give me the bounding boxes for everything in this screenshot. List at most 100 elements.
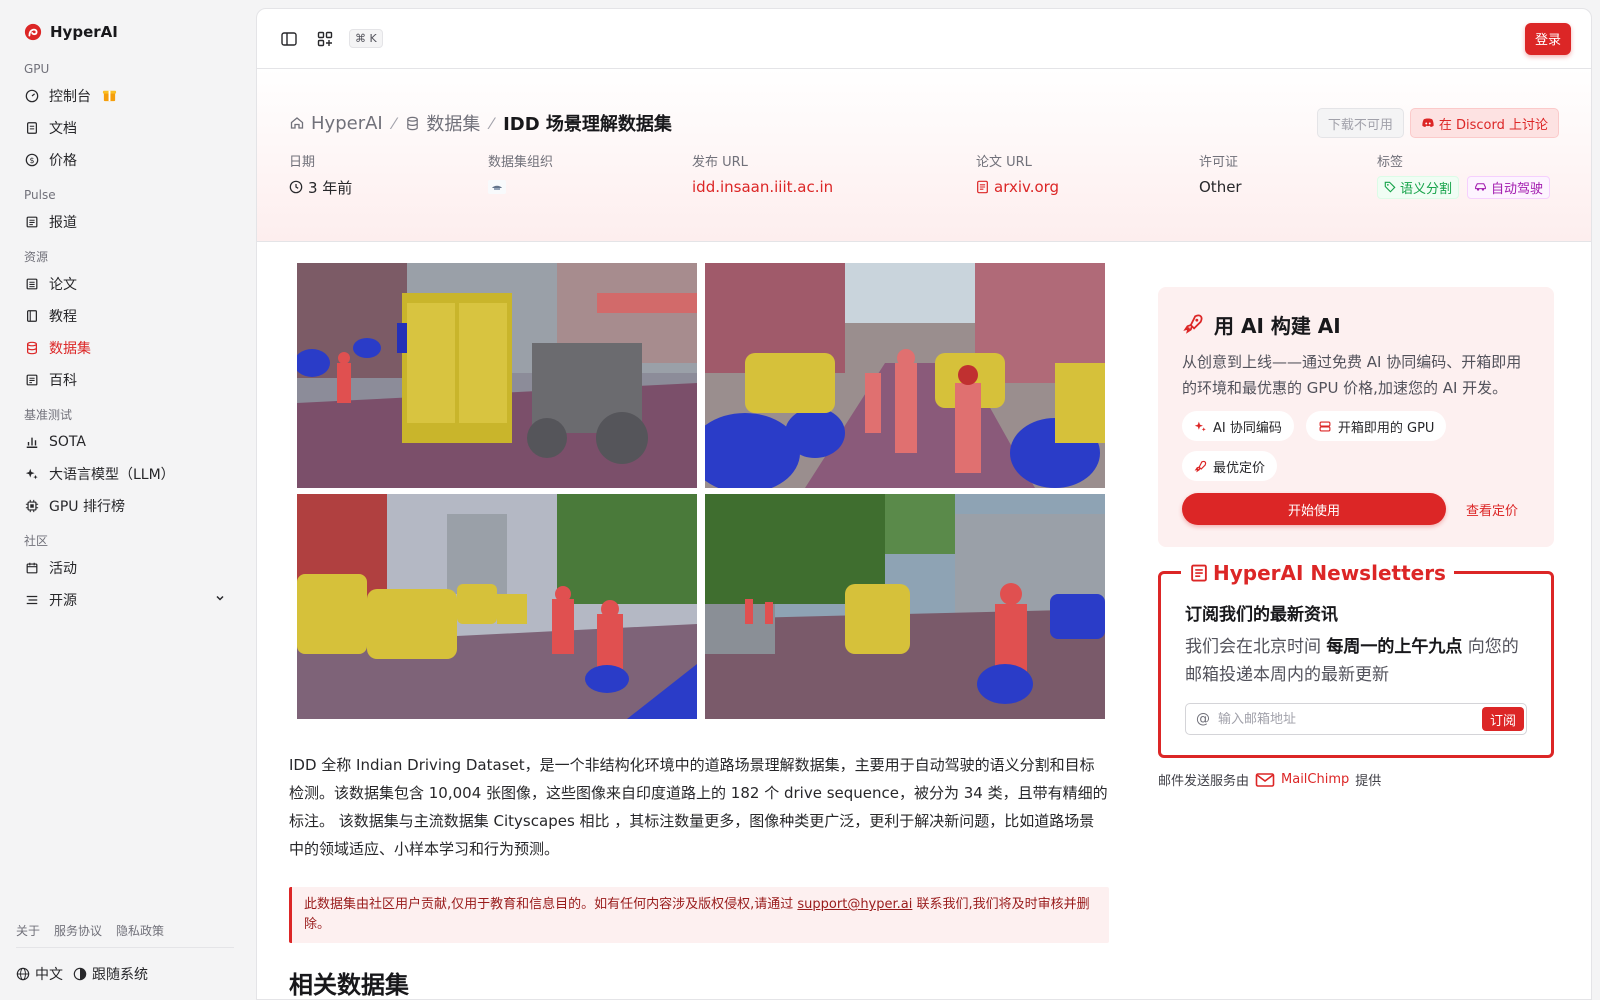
search-shortcut[interactable]: ⌘ K <box>349 29 383 48</box>
terms-link[interactable]: 服务协议 <box>54 922 102 939</box>
breadcrumb-datasets-label: 数据集 <box>426 114 481 135</box>
discord-label: 在 Discord 上讨论 <box>1438 117 1548 133</box>
tag-label: 自动驾驶 <box>1491 181 1544 197</box>
meta-tags: 标签 语义分割 自动驾驶 <box>1377 151 1551 199</box>
about-link[interactable]: 关于 <box>16 922 40 939</box>
sidebar-item-news[interactable]: 报道 <box>16 206 234 238</box>
view-pricing-link[interactable]: 查看定价 <box>1466 500 1518 519</box>
breadcrumb-datasets[interactable]: 数据集 <box>405 110 480 136</box>
calendar-icon <box>24 560 40 576</box>
sidebar-item-llm[interactable]: 大语言模型（LLM） <box>16 458 234 490</box>
section-title-pulse: Pulse <box>24 188 56 202</box>
sidebar-item-papers[interactable]: 论文 <box>16 268 234 300</box>
language-label: 中文 <box>35 967 63 983</box>
sidebar-item-wiki[interactable]: 百科 <box>16 364 234 396</box>
meta-url: 发布 URL idd.insaan.iiit.ac.in <box>692 151 976 199</box>
breadcrumb-separator: ⁄ <box>392 113 396 133</box>
sidebar-item-label: GPU 排行榜 <box>49 499 125 515</box>
main-panel: ⌘ K 登录 HyperAI ⁄ 数据集 ⁄ IDD 场景理解数据集 下载不可用… <box>256 8 1592 1000</box>
feature-gpu: 开箱即用的 GPU <box>1305 411 1447 441</box>
page-title: IDD 场景理解数据集 <box>503 114 672 135</box>
feature-label: 最优定价 <box>1213 460 1266 476</box>
promo-card: 用 AI 构建 AI 从创意到上线——通过免费 AI 协同编码、开箱即用的环境和… <box>1158 287 1554 547</box>
language-switcher[interactable]: 中文 <box>16 964 63 984</box>
copyright-notice: 此数据集由社区用户贡献,仅用于教育和信息目的。如有任何内容涉及版权侵权,请通过 … <box>289 887 1109 943</box>
sidebar-item-opensource[interactable]: 开源 <box>16 584 234 616</box>
meta-date-label: 日期 <box>289 155 316 170</box>
newsletter-text-bold: 每周一的上午九点 <box>1326 637 1463 657</box>
meta-tags-label: 标签 <box>1377 155 1404 170</box>
discord-button[interactable]: 在 Discord 上讨论 <box>1409 108 1559 138</box>
section-title-resources: 资源 <box>24 250 49 264</box>
encyclopedia-icon <box>24 372 40 388</box>
breadcrumb-home[interactable]: HyperAI <box>289 113 383 134</box>
feature-ai-coding: AI 协同编码 <box>1182 411 1294 441</box>
sidebar-item-tutorials[interactable]: 教程 <box>16 300 234 332</box>
meta-date: 日期 3 年前 <box>289 151 488 199</box>
feature-label: AI 协同编码 <box>1213 420 1282 436</box>
apps-grid-icon[interactable] <box>313 27 337 51</box>
organization-logo-icon[interactable] <box>488 180 506 194</box>
tag-semantic-segmentation[interactable]: 语义分割 <box>1377 175 1460 199</box>
mail-note-suffix: 提供 <box>1355 774 1382 789</box>
sidebar-toggle-icon[interactable] <box>277 27 301 51</box>
hyperai-logo-icon <box>24 23 42 41</box>
sidebar-item-pricing[interactable]: $ 价格 <box>16 144 234 176</box>
sample-image <box>297 263 697 488</box>
list-icon <box>24 592 40 608</box>
chip-icon <box>24 498 40 514</box>
meta-paper-link-row[interactable]: arxiv.org <box>976 175 1199 199</box>
tag-icon <box>1384 181 1396 193</box>
sidebar-item-docs[interactable]: 文档 <box>16 112 234 144</box>
sidebar: HyperAI GPU 控制台 文档 $ 价格 Pulse 报道 资源 论文 教… <box>0 0 250 1000</box>
breadcrumb-separator: ⁄ <box>490 113 494 133</box>
gift-icon <box>102 87 117 106</box>
sidebar-item-label: 文档 <box>49 121 77 137</box>
sidebar-item-label: 开源 <box>49 593 77 609</box>
mailchimp-link[interactable]: MailChimp <box>1281 772 1349 787</box>
dashboard-icon <box>24 88 40 104</box>
sidebar-item-console[interactable]: 控制台 <box>16 80 234 112</box>
mail-note-prefix: 邮件发送服务由 <box>1158 774 1250 789</box>
rocket-icon <box>1183 314 1203 334</box>
meta-license-label: 许可证 <box>1199 155 1239 170</box>
breadcrumb: HyperAI ⁄ 数据集 ⁄ IDD 场景理解数据集 下载不可用 在 Disc… <box>289 107 1559 139</box>
newsletter-box: HyperAI Newsletters 订阅我们的最新资讯 我们会在北京时间 每… <box>1158 560 1554 758</box>
subscribe-button[interactable]: 订阅 <box>1481 707 1524 731</box>
login-button[interactable]: 登录 <box>1524 22 1571 55</box>
sidebar-item-sota[interactable]: SOTA <box>16 426 234 458</box>
meta-paper-link: arxiv.org <box>994 178 1060 196</box>
chevron-down-icon[interactable] <box>214 592 226 608</box>
support-email-link[interactable]: support@hyper.ai <box>797 897 912 912</box>
tag-label: 语义分割 <box>1400 181 1453 197</box>
brand-name: HyperAI <box>50 23 118 41</box>
get-started-button[interactable]: 开始使用 <box>1182 493 1446 525</box>
sidebar-item-gpu-leaderboard[interactable]: GPU 排行榜 <box>16 490 234 522</box>
book-icon <box>24 308 40 324</box>
download-button[interactable]: 下载不可用 <box>1316 108 1404 138</box>
meta-org-value-row <box>488 175 692 199</box>
newsletter-title: HyperAI Newsletters <box>1213 561 1446 585</box>
dollar-icon: $ <box>24 152 40 168</box>
sidebar-item-events[interactable]: 活动 <box>16 552 234 584</box>
sidebar-item-label: 报道 <box>49 215 77 231</box>
sidebar-item-label: SOTA <box>49 434 86 450</box>
email-input[interactable] <box>1210 711 1482 727</box>
mail-icon <box>1255 772 1275 787</box>
dataset-content: IDD 全称 Indian Driving Dataset，是一个非结构化环境中… <box>289 263 1109 999</box>
privacy-link[interactable]: 隐私政策 <box>116 922 164 939</box>
meta-url-label: 发布 URL <box>692 155 748 170</box>
sidebar-footer: 关于 服务协议 隐私政策 中文 跟随系统 <box>16 922 234 1000</box>
right-column: 用 AI 构建 AI 从创意到上线——通过免费 AI 协同编码、开箱即用的环境和… <box>1158 287 1554 789</box>
meta-url-link[interactable]: idd.insaan.iiit.ac.in <box>692 175 976 199</box>
theme-switcher[interactable]: 跟随系统 <box>73 964 148 984</box>
brand[interactable]: HyperAI <box>16 20 234 44</box>
discord-icon <box>1422 118 1434 127</box>
promo-title: 用 AI 构建 AI <box>1214 313 1341 338</box>
theme-label: 跟随系统 <box>92 967 148 983</box>
meta-date-value: 3 年前 <box>308 178 353 197</box>
tag-autonomous-driving[interactable]: 自动驾驶 <box>1467 175 1551 199</box>
promo-description: 从创意到上线——通过免费 AI 协同编码、开箱即用的环境和最优惠的 GPU 价格… <box>1182 353 1522 397</box>
sidebar-item-datasets[interactable]: 数据集 <box>16 332 234 364</box>
section-title-benchmarks: 基准测试 <box>24 408 73 422</box>
